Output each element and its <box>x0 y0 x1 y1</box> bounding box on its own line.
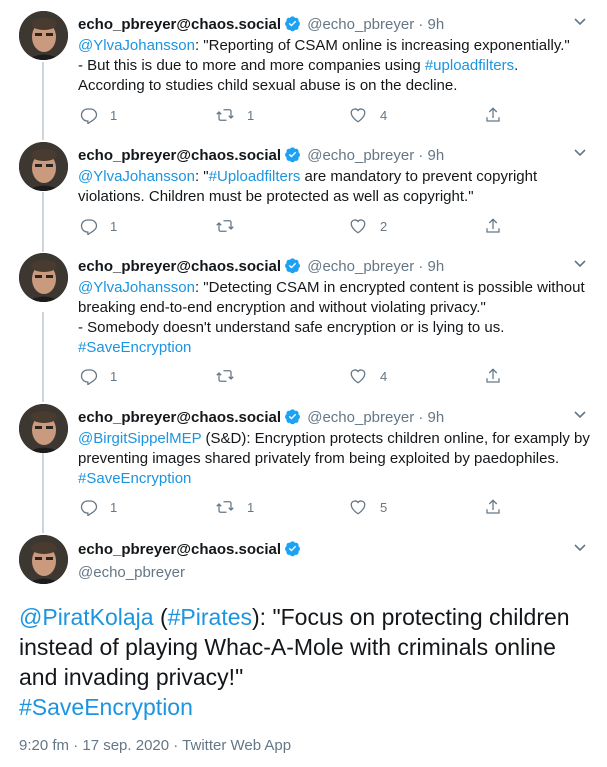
reply-button[interactable]: 1 <box>80 216 117 236</box>
author-handle[interactable]: @echo_pbreyer <box>307 258 414 275</box>
tweet[interactable]: echo_pbreyer@chaos.social @echo_pbreyer … <box>0 404 607 524</box>
dot-separator: · <box>418 258 424 275</box>
share-icon <box>486 499 500 514</box>
reply-icon <box>80 500 98 516</box>
reply-button[interactable]: 1 <box>80 497 117 517</box>
reply-icon <box>80 219 98 235</box>
chevron-down-icon[interactable] <box>573 257 587 276</box>
mention-link[interactable]: @YlvaJohansson <box>78 168 195 185</box>
mention-link[interactable]: @PiratKolaja <box>19 604 154 630</box>
reply-button[interactable]: 1 <box>80 105 117 125</box>
retweet-button[interactable] <box>215 366 247 386</box>
like-icon <box>350 219 366 234</box>
verified-badge-icon <box>284 540 301 561</box>
tweet-meta[interactable]: 9:20 fm · 17 sep. 2020 · Twitter Web App <box>19 737 291 754</box>
tweet-text: @BirgitSippelMEP (S&D): Encryption prote… <box>78 430 590 487</box>
tweet-actions: 1 1 5 <box>78 497 508 517</box>
tweet-header: echo_pbreyer@chaos.social @echo_pbreyer … <box>78 408 444 429</box>
retweet-icon <box>216 220 234 232</box>
verified-badge-icon <box>284 146 301 167</box>
reply-button[interactable]: 1 <box>80 366 117 386</box>
share-button[interactable] <box>484 105 502 125</box>
tweet-header: echo_pbreyer@chaos.social @echo_pbreyer <box>78 540 303 581</box>
share-button[interactable] <box>484 216 502 236</box>
like-button[interactable]: 5 <box>348 497 387 517</box>
tweet-actions: 1 1 4 <box>78 105 508 125</box>
share-icon <box>486 368 500 383</box>
dot-separator: · <box>418 147 424 164</box>
author-handle[interactable]: @echo_pbreyer <box>307 409 414 426</box>
tweet[interactable]: echo_pbreyer@chaos.social @echo_pbreyer … <box>0 11 607 131</box>
hashtag-link[interactable]: #SaveEncryption <box>78 339 191 356</box>
avatar[interactable] <box>19 535 68 584</box>
author-handle[interactable]: @echo_pbreyer <box>78 564 185 581</box>
author-name[interactable]: echo_pbreyer@chaos.social <box>78 147 281 164</box>
author-name[interactable]: echo_pbreyer@chaos.social <box>78 541 281 558</box>
tweet-text: @YlvaJohansson: "#Uploadfilters are mand… <box>78 168 538 205</box>
tweet-text: @YlvaJohansson: "Detecting CSAM in encry… <box>78 279 585 356</box>
timestamp[interactable]: 9h <box>428 409 445 426</box>
hashtag-link[interactable]: #Uploadfilters <box>209 168 301 185</box>
tweet-header: echo_pbreyer@chaos.social @echo_pbreyer … <box>78 15 444 36</box>
retweet-icon <box>216 501 234 513</box>
like-button[interactable]: 4 <box>348 105 387 125</box>
author-handle[interactable]: @echo_pbreyer <box>307 16 414 33</box>
author-name[interactable]: echo_pbreyer@chaos.social <box>78 409 281 426</box>
chevron-down-icon[interactable] <box>573 541 587 560</box>
avatar[interactable] <box>19 404 68 453</box>
share-icon <box>486 107 500 122</box>
hashtag-link[interactable]: #uploadfilters <box>425 57 514 74</box>
hashtag-link[interactable]: #SaveEncryption <box>78 470 191 487</box>
share-button[interactable] <box>484 366 502 386</box>
like-button[interactable]: 2 <box>348 216 387 236</box>
tweet-actions: 1 2 <box>78 216 508 236</box>
tweet[interactable]: echo_pbreyer@chaos.social @echo_pbreyer … <box>0 142 607 242</box>
timestamp[interactable]: 9h <box>428 147 445 164</box>
chevron-down-icon[interactable] <box>573 146 587 165</box>
tweet[interactable]: echo_pbreyer@chaos.social @echo_pbreyer … <box>0 253 607 393</box>
retweet-button[interactable]: 1 <box>215 105 254 125</box>
mention-link[interactable]: @YlvaJohansson <box>78 37 195 54</box>
reply-icon <box>80 369 98 385</box>
verified-badge-icon <box>284 257 301 278</box>
like-icon <box>350 369 366 384</box>
verified-badge-icon <box>284 408 301 429</box>
focused-tweet[interactable]: echo_pbreyer@chaos.social @echo_pbreyer … <box>0 535 607 767</box>
avatar[interactable] <box>19 142 68 191</box>
retweet-button[interactable]: 1 <box>215 497 254 517</box>
retweet-icon <box>216 370 234 382</box>
chevron-down-icon[interactable] <box>573 408 587 427</box>
share-button[interactable] <box>484 497 502 517</box>
author-name[interactable]: echo_pbreyer@chaos.social <box>78 16 281 33</box>
share-icon <box>486 218 500 233</box>
mention-link[interactable]: @BirgitSippelMEP <box>78 430 201 447</box>
retweet-icon <box>216 109 234 121</box>
tweet-header: echo_pbreyer@chaos.social @echo_pbreyer … <box>78 146 444 167</box>
tweet-header: echo_pbreyer@chaos.social @echo_pbreyer … <box>78 257 444 278</box>
reply-icon <box>80 108 98 124</box>
dot-separator: · <box>418 409 424 426</box>
verified-badge-icon <box>284 15 301 36</box>
tweet-text: @YlvaJohansson: "Reporting of CSAM onlin… <box>78 37 570 94</box>
tweet-text: @PiratKolaja (#Pirates): "Focus on prote… <box>19 604 570 720</box>
tweet-actions: 1 4 <box>78 366 508 386</box>
chevron-down-icon[interactable] <box>573 15 587 34</box>
timestamp[interactable]: 9h <box>428 16 445 33</box>
hashtag-link[interactable]: #SaveEncryption <box>19 694 193 720</box>
avatar[interactable] <box>19 11 68 60</box>
mention-link[interactable]: @YlvaJohansson <box>78 279 195 296</box>
retweet-button[interactable] <box>215 216 247 236</box>
like-button[interactable]: 4 <box>348 366 387 386</box>
hashtag-link[interactable]: #Pirates <box>168 604 252 630</box>
avatar[interactable] <box>19 253 68 302</box>
like-icon <box>350 500 366 515</box>
like-icon <box>350 108 366 123</box>
author-name[interactable]: echo_pbreyer@chaos.social <box>78 258 281 275</box>
author-handle[interactable]: @echo_pbreyer <box>307 147 414 164</box>
timestamp[interactable]: 9h <box>428 258 445 275</box>
dot-separator: · <box>418 16 424 33</box>
